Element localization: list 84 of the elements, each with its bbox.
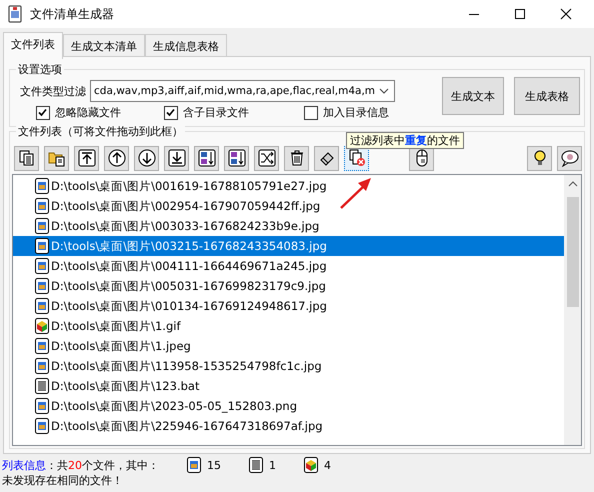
sort-az-button[interactable]: [194, 146, 219, 170]
image-file-icon: [35, 178, 49, 194]
pointer-arrow: [338, 176, 372, 210]
folder-button[interactable]: [44, 146, 69, 170]
tab[interactable]: 文件列表: [3, 32, 63, 59]
text-file-icon: [35, 378, 49, 394]
group-title: 设置选项: [16, 62, 64, 77]
sort-za-icon: [228, 149, 246, 167]
sort-za-button[interactable]: [224, 146, 249, 170]
image-file-icon: [35, 398, 49, 414]
bottom-icon: [168, 149, 186, 167]
maximize-icon[interactable]: [514, 8, 526, 20]
type-count: 4: [324, 458, 331, 472]
image-file-icon: [35, 258, 49, 274]
status-message: 未发现存在相同的文件！: [2, 474, 124, 488]
top-button[interactable]: [74, 146, 99, 170]
image-file-icon: [35, 358, 49, 374]
status-text: ：共: [46, 458, 68, 472]
tab[interactable]: 生成文本清单: [63, 34, 145, 58]
down-button[interactable]: [134, 146, 159, 170]
dedupe-icon: [348, 149, 366, 167]
option-label: 加入目录信息: [323, 105, 389, 120]
bottom-button[interactable]: [164, 146, 189, 170]
image-file-icon: [35, 418, 49, 434]
app-icon: [8, 5, 22, 23]
file-row[interactable]: D:\tools\桌面\图片\010134-16769124948617.jpg: [13, 296, 564, 316]
file-row[interactable]: D:\tools\桌面\图片\003033-1676824233b9e.jpg: [13, 216, 564, 236]
file-row[interactable]: D:\tools\桌面\图片\123.bat: [13, 376, 564, 396]
image-file-icon: [187, 457, 201, 473]
file-row[interactable]: D:\tools\桌面\图片\225946-167647318697af.jpg: [13, 416, 564, 436]
chat-icon: [560, 149, 578, 167]
file-row[interactable]: D:\tools\桌面\图片\113958-1535254798fc1c.jpg: [13, 356, 564, 376]
tab[interactable]: 生成信息表格: [145, 34, 227, 58]
file-row[interactable]: D:\tools\桌面\图片\004111-1664469671a245.jpg: [13, 256, 564, 276]
group-title: 文件列表（可将文件拖动到此框）: [16, 124, 185, 139]
type-count: 15: [207, 458, 221, 472]
file-row[interactable]: D:\tools\桌面\图片\2023-05-05_152803.png: [13, 396, 564, 416]
type-count: 1: [269, 458, 276, 472]
trash-button[interactable]: [284, 146, 309, 170]
image-file-icon: [35, 218, 49, 234]
caret-icon: [568, 181, 578, 187]
text-file-icon: [249, 457, 263, 473]
bulb-button[interactable]: [527, 146, 552, 170]
caret-icon: [379, 88, 390, 94]
shuffle-button[interactable]: [254, 146, 279, 170]
checkbox[interactable]: [164, 106, 178, 120]
image-file-icon: [35, 298, 49, 314]
image-file-icon: [35, 278, 49, 294]
generate-button[interactable]: 生成文本: [442, 77, 504, 115]
option-label: 忽略隐藏文件: [55, 105, 121, 120]
file-row[interactable]: D:\tools\桌面\图片\002954-167907059442ff.jpg: [13, 196, 564, 216]
cube-file-icon: [35, 318, 49, 334]
up-icon: [108, 149, 126, 167]
file-row[interactable]: D:\tools\桌面\图片\003215-16768243354083.jpg: [13, 236, 564, 256]
copy-button[interactable]: [14, 146, 39, 170]
tooltip: 过滤列表中重复的文件: [346, 132, 464, 149]
copy-icon: [18, 149, 36, 167]
filter-label: 文件类型过滤: [20, 84, 86, 98]
sort-az-icon: [198, 149, 216, 167]
file-count: 20: [68, 458, 82, 472]
file-row[interactable]: D:\tools\桌面\图片\005031-167699823179c9.jpg: [13, 276, 564, 296]
down-icon: [138, 149, 156, 167]
shuffle-icon: [258, 149, 276, 167]
option-label: 含子目录文件: [183, 105, 249, 120]
status-label: 列表信息: [2, 458, 46, 472]
image-file-icon: [35, 198, 49, 214]
filter-dropdown[interactable]: cda,wav,mp3,aiff,aif,mid,wma,ra,ape,flac,real,m4a,m: [90, 80, 396, 102]
window-title: 文件清单生成器: [30, 6, 114, 22]
file-row[interactable]: D:\tools\桌面\图片\1.jpeg: [13, 336, 564, 356]
file-row[interactable]: D:\tools\桌面\图片\001619-16788105791e27.jpg: [13, 176, 564, 196]
top-icon: [78, 149, 96, 167]
image-file-icon: [35, 238, 49, 254]
generate-button[interactable]: 生成表格: [514, 77, 580, 115]
image-file-icon: [35, 338, 49, 354]
checkbox[interactable]: [36, 106, 50, 120]
close-icon[interactable]: [560, 8, 572, 20]
status-text: 个文件，其中：: [82, 458, 159, 472]
up-button[interactable]: [104, 146, 129, 170]
eraser-button[interactable]: [314, 146, 339, 170]
cube-file-icon: [304, 457, 318, 473]
file-row[interactable]: D:\tools\桌面\图片\1.gif: [13, 316, 564, 336]
checkbox[interactable]: [304, 106, 318, 120]
scrollbar[interactable]: [564, 175, 581, 445]
chat-button[interactable]: [557, 146, 582, 170]
